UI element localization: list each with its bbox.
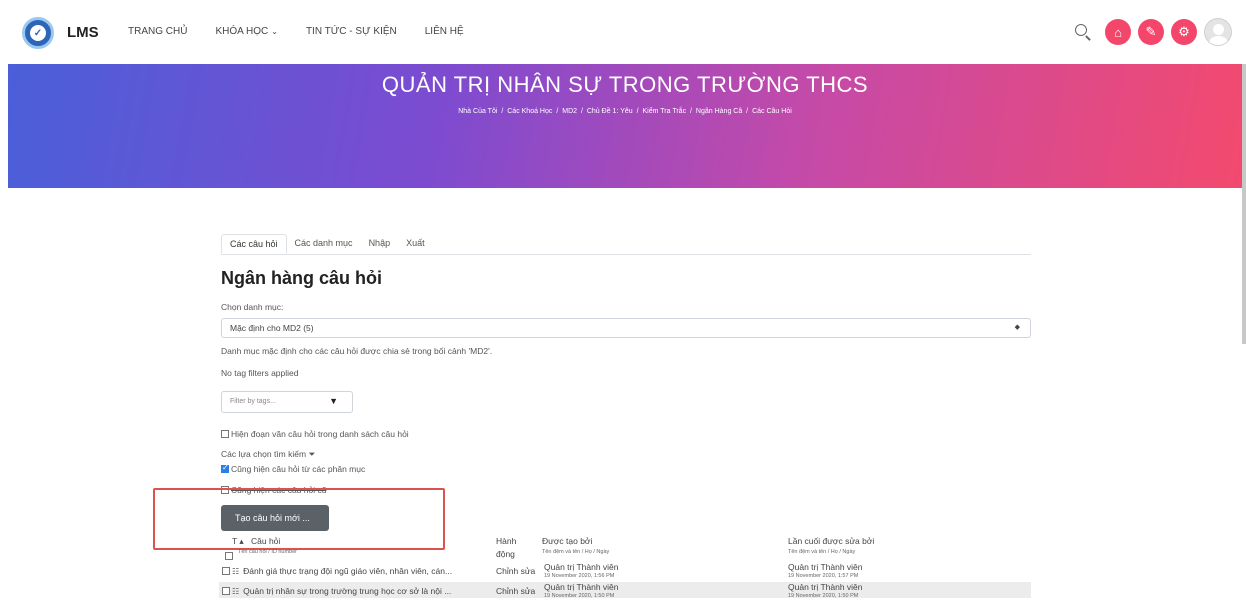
search-icon[interactable] xyxy=(1074,23,1092,41)
nav-item-courses-label: KHÓA HỌC xyxy=(215,26,269,37)
search-options-label: Các lựa chọn tìm kiếm xyxy=(221,449,307,459)
breadcrumb-item[interactable]: Nhà Của Tôi xyxy=(458,108,497,115)
logo-mark-icon: ✓ xyxy=(30,25,46,41)
modified-by: Quản trị Thành viên xyxy=(788,562,863,572)
subcategories-label: Cũng hiện câu hỏi từ các phân mục xyxy=(231,464,366,474)
col-action-header: Hành xyxy=(496,536,517,546)
question-type-icon: ☷ xyxy=(232,587,240,596)
created-by: Quản trị Thành viên xyxy=(544,562,619,572)
category-select[interactable]: Mặc định cho MD2 (5) ◆ xyxy=(221,318,1031,338)
breadcrumb-item[interactable]: Kiểm Tra Trắc xyxy=(643,108,687,115)
select-arrows-icon: ◆ xyxy=(1014,324,1020,331)
breadcrumb-item[interactable]: Chủ Đề 1: Yêu xyxy=(587,108,633,115)
show-text-option[interactable]: Hiện đoạn văn câu hỏi trong danh sách câ… xyxy=(221,429,409,439)
search-options-toggle[interactable]: Các lựa chọn tìm kiếm ⏷ xyxy=(221,449,315,460)
page-scrollbar[interactable] xyxy=(1242,64,1246,344)
select-all-checkbox[interactable] xyxy=(225,552,233,560)
question-name: Quản trị nhân sự trong trường trung học … xyxy=(243,586,452,596)
breadcrumb: Nhà Của Tôi / Các Khoá Học / MD2 / Chủ Đ… xyxy=(458,108,792,115)
col-question-subheader[interactable]: Tên câu hỏi / ID number xyxy=(238,549,297,555)
messages-icon[interactable]: ✎ xyxy=(1138,19,1164,45)
breadcrumb-item[interactable]: Các Khoá Học xyxy=(507,108,552,115)
breadcrumb-item[interactable]: Ngân Hàng Câ xyxy=(696,108,742,115)
sort-asc-icon: ▴ xyxy=(239,536,244,546)
tag-filter-status: No tag filters applied xyxy=(221,368,299,378)
nav-item-home[interactable]: TRANG CHỦ xyxy=(128,26,187,37)
page-title: Ngân hàng câu hỏi xyxy=(221,268,383,288)
modified-date: 19 November 2020, 1:50 PM xyxy=(788,593,859,599)
col-question-header[interactable]: Câu hỏi xyxy=(251,536,280,546)
col-action-header-line2: động xyxy=(496,549,515,559)
tab-export[interactable]: Xuất xyxy=(398,234,433,254)
breadcrumb-item[interactable]: MD2 xyxy=(562,108,577,115)
question-type-icon: ☷ xyxy=(232,567,240,576)
highlight-annotation xyxy=(153,488,445,550)
nav-item-news[interactable]: TIN TỨC - SỰ KIỆN xyxy=(306,26,397,37)
settings-icon[interactable]: ⚙ xyxy=(1171,19,1197,45)
question-bank-tabs: Các câu hỏi Các danh mục Nhập Xuất xyxy=(221,234,1031,255)
col-modified-header[interactable]: Lần cuối được sửa bởi xyxy=(788,536,874,546)
created-by: Quản trị Thành viên xyxy=(544,582,619,592)
created-date: 19 November 2020, 1:50 PM xyxy=(544,593,615,599)
col-type-header[interactable]: T ▴ xyxy=(232,536,244,547)
question-name: Đánh giá thực trạng đội ngũ giáo viên, n… xyxy=(243,566,453,576)
row-checkbox[interactable] xyxy=(222,587,230,595)
user-avatar[interactable] xyxy=(1204,18,1232,46)
edit-link[interactable]: Chỉnh sửa xyxy=(496,566,535,576)
tab-categories[interactable]: Các danh mục xyxy=(287,234,361,254)
modified-by: Quản trị Thành viên xyxy=(788,582,863,592)
course-title: QUẢN TRỊ NHÂN SỰ TRONG TRƯỜNG THCS xyxy=(381,72,869,97)
modified-date: 19 November 2020, 1:57 PM xyxy=(788,573,859,579)
caret-down-icon: ▼ xyxy=(329,396,338,406)
tag-filter-placeholder: Filter by tags... xyxy=(230,398,276,405)
notification-icon[interactable]: ⌂ xyxy=(1105,19,1131,45)
category-label: Chọn danh mục: xyxy=(221,302,284,312)
brand-name[interactable]: LMS xyxy=(67,24,99,41)
caret-down-icon: ⏷ xyxy=(308,449,316,459)
subcategories-option[interactable]: Cũng hiện câu hỏi từ các phân mục xyxy=(221,463,366,474)
tab-import[interactable]: Nhập xyxy=(361,234,399,254)
tab-questions[interactable]: Các câu hỏi xyxy=(221,234,287,254)
category-description: Danh mục mặc định cho các câu hỏi được c… xyxy=(221,346,493,356)
show-text-label: Hiện đoạn văn câu hỏi trong danh sách câ… xyxy=(231,429,409,439)
col-modified-subheader[interactable]: Tên đệm và tên / Họ / Ngày xyxy=(788,549,855,555)
breadcrumb-item[interactable]: Các Câu Hỏi xyxy=(752,108,792,115)
edit-link[interactable]: Chỉnh sửa xyxy=(496,586,535,596)
col-created-subheader[interactable]: Tên đệm và tên / Họ / Ngày xyxy=(542,549,609,555)
site-logo[interactable]: ✓ xyxy=(22,17,54,49)
row-checkbox[interactable] xyxy=(222,567,230,575)
col-created-header[interactable]: Được tạo bởi xyxy=(542,536,592,546)
nav-item-courses[interactable]: KHÓA HỌC ⌄ xyxy=(215,26,278,37)
page-banner: QUẢN TRỊ NHÂN SỰ TRONG TRƯỜNG THCS Nhà C… xyxy=(8,64,1242,188)
show-text-checkbox[interactable] xyxy=(221,430,229,438)
top-navbar: ✓ LMS TRANG CHỦ KHÓA HỌC ⌄ TIN TỨC - SỰ K… xyxy=(0,0,1246,64)
chevron-down-icon: ⌄ xyxy=(271,27,278,36)
table-row: ☷ Đánh giá thực trạng đội ngũ giáo viên, … xyxy=(222,566,452,576)
table-row: ☷ Quản trị nhân sự trong trường trung học… xyxy=(222,586,451,596)
created-date: 19 November 2020, 1:56 PM xyxy=(544,573,615,579)
main-nav: TRANG CHỦ KHÓA HỌC ⌄ TIN TỨC - SỰ KIỆN LI… xyxy=(128,26,492,37)
header-actions: ⌂ ✎ ⚙ xyxy=(1074,18,1232,46)
category-select-value: Mặc định cho MD2 (5) xyxy=(230,323,314,333)
col-type-label: T xyxy=(232,536,238,546)
nav-item-contact[interactable]: LIÊN HỆ xyxy=(425,26,464,37)
subcategories-checkbox[interactable] xyxy=(221,463,229,473)
tag-filter-dropdown[interactable]: Filter by tags... ▼ xyxy=(221,391,353,413)
